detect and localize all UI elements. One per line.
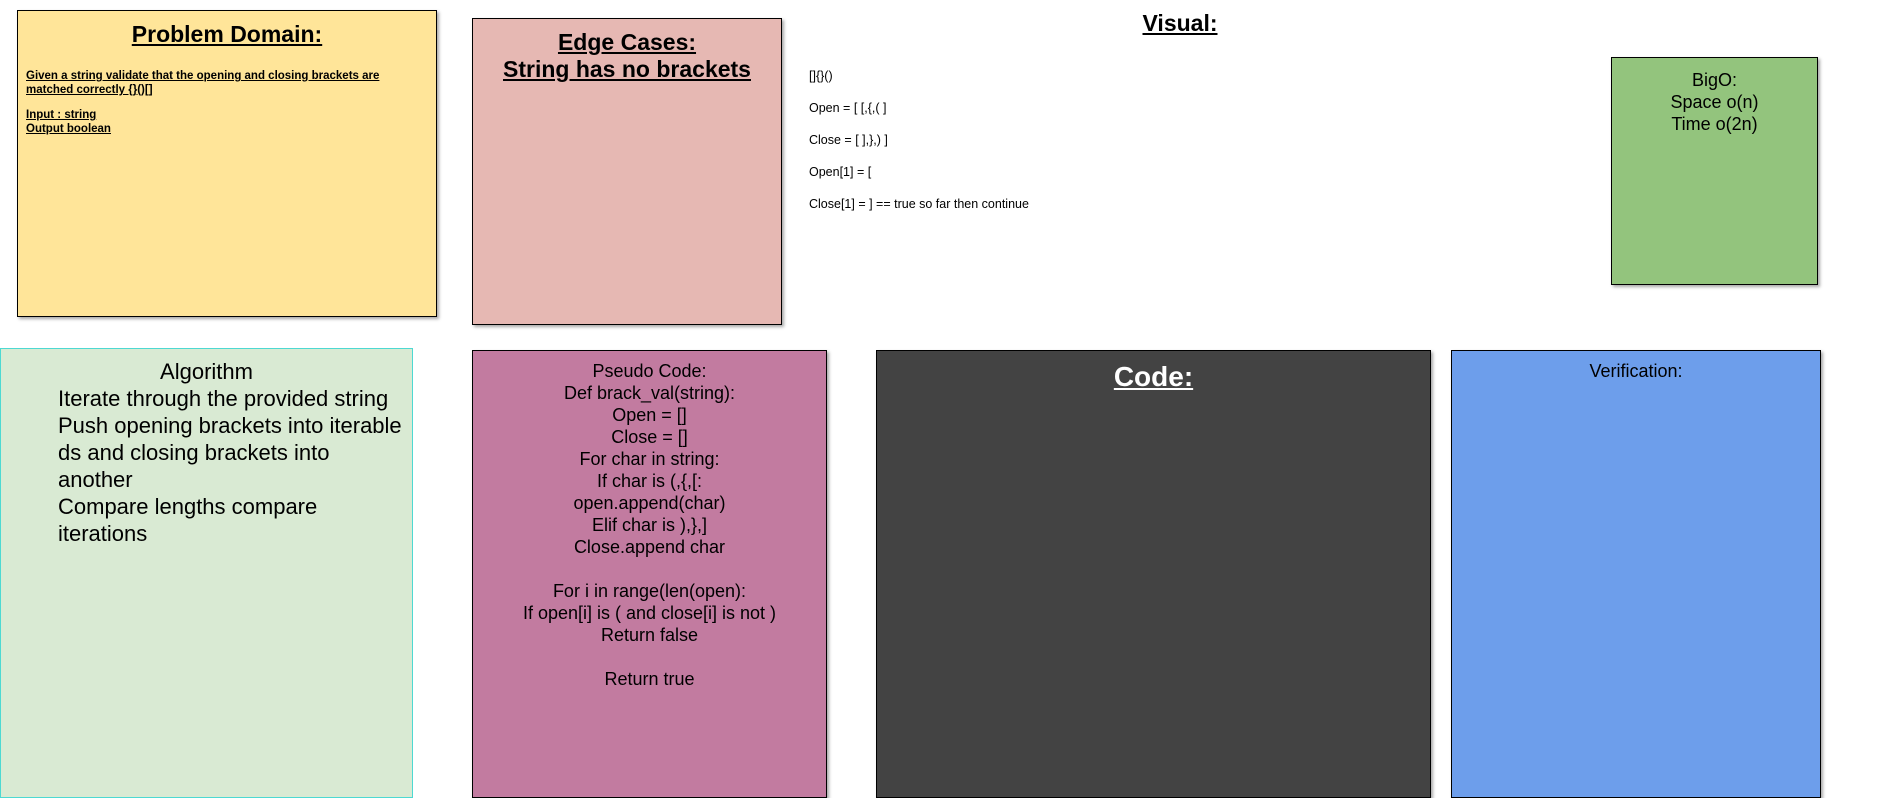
edge-cases-card: Edge Cases: String has no brackets — [472, 18, 782, 325]
code-card: Code: — [876, 350, 1431, 798]
pseudo-code-card: Pseudo Code: Def brack_val(string): Open… — [472, 350, 827, 798]
algorithm-step: Push opening brackets into iterable ds a… — [58, 413, 402, 492]
visual-line: Open[1] = [ — [809, 165, 872, 179]
visual-title: Visual: — [1142, 10, 1218, 36]
pseudo-line — [473, 558, 826, 580]
bigo-title: BigO: — [1691, 70, 1738, 90]
bigo-card: BigO: Space o(n) Time o(2n) — [1611, 57, 1818, 285]
visual-line: []{}() — [809, 69, 833, 83]
pseudo-code-title: Pseudo Code: — [592, 361, 707, 381]
edge-cases-item: String has no brackets — [503, 56, 751, 82]
pseudo-line: For char in string: — [579, 449, 720, 469]
pseudo-line: Return true — [604, 669, 695, 689]
problem-input: Input : string — [26, 109, 97, 121]
algorithm-card: Algorithm Iterate through the provided s… — [0, 348, 413, 798]
pseudo-line — [473, 646, 826, 668]
pseudo-line: Elif char is ),},] — [591, 515, 708, 535]
visual-line: Open = [ [,{,( ] — [809, 101, 887, 115]
problem-description: Given a string validate that the opening… — [26, 70, 380, 96]
algorithm-title: Algorithm — [160, 359, 253, 384]
verification-card: Verification: — [1451, 350, 1821, 798]
pseudo-line: open.append(char) — [573, 493, 726, 513]
algorithm-step: Iterate through the provided string — [58, 386, 389, 411]
bigo-time: Time o(2n) — [1671, 114, 1758, 134]
edge-cases-title: Edge Cases: — [557, 29, 697, 55]
code-title: Code: — [1113, 361, 1194, 392]
bigo-space: Space o(n) — [1670, 92, 1759, 112]
visual-lines: []{}() Open = [ [,{,( ] Close = [ ],},) … — [809, 68, 1029, 228]
pseudo-line: Def brack_val(string): — [563, 383, 736, 403]
algorithm-step: Compare lengths compare iterations — [58, 494, 318, 546]
problem-output: Output boolean — [26, 123, 111, 135]
pseudo-line: Close.append char — [573, 537, 726, 557]
problem-domain-title: Problem Domain: — [131, 21, 323, 47]
visual-line: Close = [ ],},) ] — [809, 133, 888, 147]
problem-domain-card: Problem Domain: Given a string validate … — [17, 10, 437, 317]
pseudo-line: For i in range(len(open): — [552, 581, 747, 601]
pseudo-line: If open[i] is ( and close[i] is not ) — [522, 603, 777, 623]
visual-line: Close[1] = ] == true so far then continu… — [809, 197, 1029, 211]
pseudo-line: Return false — [600, 625, 699, 645]
verification-title: Verification: — [1589, 361, 1683, 381]
pseudo-line: If char is (,{,[: — [596, 471, 703, 491]
pseudo-line: Close = [] — [611, 427, 688, 447]
pseudo-line: Open = [] — [612, 405, 687, 425]
